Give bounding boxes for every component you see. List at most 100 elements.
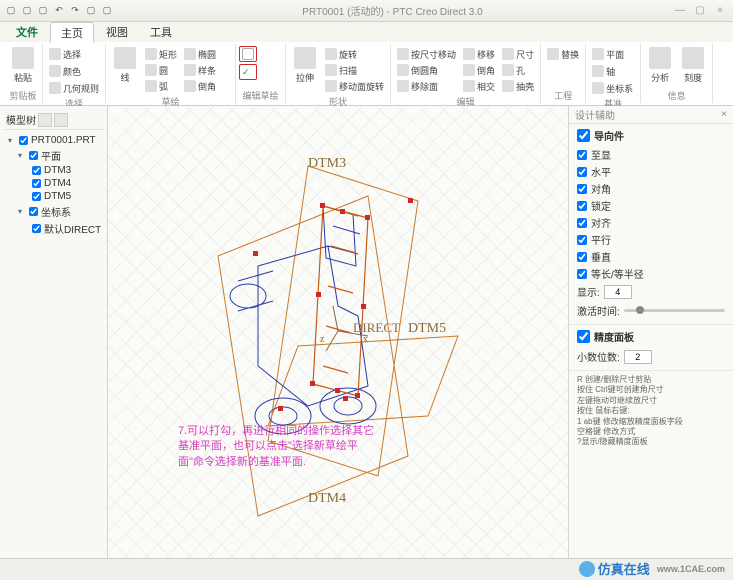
tree-datum-group[interactable]: ▾平面 [4,147,103,164]
circle-icon [145,64,157,76]
csys-button[interactable]: 坐标系 [589,80,636,96]
circle-button[interactable]: 圆 [142,62,180,78]
tab-view[interactable]: 视图 [96,22,138,42]
undo-icon[interactable]: ↶ [52,4,66,18]
revolve-icon [325,48,337,60]
shell2-button[interactable]: 抽壳 [499,78,537,94]
guide-chk-2[interactable] [577,184,587,194]
dim2-button[interactable]: 尺寸 [499,46,537,62]
close-icon[interactable]: ▢ [100,4,114,18]
replace-icon [547,48,559,60]
graphics-canvas[interactable]: DTM3 DTM4 DTM5 DIRECT x z 7.可以打勾，再进行相同的操… [108,106,568,558]
dtm5-checkbox[interactable] [32,192,41,201]
move-icon [463,48,475,60]
csys-icon [592,82,604,94]
shell-icon [325,80,337,92]
chamfer-button[interactable]: 倒角 [181,78,219,94]
chamfer-icon [184,80,196,92]
plane-button[interactable]: 平面 [589,46,636,62]
window-controls: — ▢ × [671,4,729,18]
extrude-button[interactable]: 拉伸 [289,46,321,94]
tab-tools[interactable]: 工具 [140,22,182,42]
title-bar: ▢ ▢ ▢ ↶ ↷ ▢ ▢ PRT0001 (活动的) - PTC Creo D… [0,0,733,22]
panel-title: 设计辅助 [575,107,615,122]
round-button[interactable]: 倒圆角 [394,62,459,78]
analyze-button[interactable]: 分析 [644,46,676,85]
save-icon[interactable]: ▢ [36,4,50,18]
spline-button[interactable]: 样条 [181,62,219,78]
precision-master-checkbox[interactable] [577,330,590,343]
tab-home[interactable]: 主页 [50,22,94,43]
tree-settings-icon[interactable] [38,113,52,127]
tree-dtm3[interactable]: DTM3 [4,164,103,177]
tree-csys-group[interactable]: ▾坐标系 [4,203,103,220]
regen-icon[interactable]: ▢ [84,4,98,18]
ellipse-button[interactable]: 椭圆 [181,46,219,62]
dtm3-checkbox[interactable] [32,166,41,175]
guide-chk-6[interactable] [577,252,587,262]
decimal-places-input[interactable] [624,350,652,364]
datum-group-checkbox[interactable] [29,151,38,160]
sketch-plane-icon [242,48,254,60]
line-button[interactable]: 线 [109,46,141,94]
tree-dtm4[interactable]: DTM4 [4,177,103,190]
intersect-button[interactable]: 相交 [460,78,498,94]
arc-button[interactable]: 弧 [142,78,180,94]
tree-csys-direct[interactable]: 默认DIRECT [4,220,103,237]
guide-chk-7[interactable] [577,269,587,279]
panel-hints: R 创建/删除尺寸剪贴 按住 Ctrl键可创建角尺寸 左键拖动可继续放尺寸 按住… [569,371,733,452]
guide-chk-5[interactable] [577,235,587,245]
ellipse-icon [184,48,196,60]
guide-chk-4[interactable] [577,218,587,228]
active-time-slider[interactable] [624,309,725,312]
regen-button[interactable]: 刻度 [677,46,709,85]
geom-rule-button[interactable]: 几何规则 [46,80,102,96]
revolve-button[interactable]: 旋转 [322,46,387,62]
panel-close-button[interactable]: × [721,109,727,120]
replace-button[interactable]: 替换 [544,46,582,62]
guides-master-checkbox[interactable] [577,129,590,142]
guide-chk-1[interactable] [577,167,587,177]
paste-button[interactable]: 粘贴 [7,46,39,85]
geom-icon [49,82,61,94]
move-button[interactable]: 移移 [460,46,498,62]
menu-bar: 文件 主页 视图 工具 [0,22,733,42]
select-button[interactable]: 选择 [46,46,102,62]
guide-chk-3[interactable] [577,201,587,211]
open-icon[interactable]: ▢ [20,4,34,18]
hole-button[interactable]: 孔 [499,62,537,78]
sweep-button[interactable]: 扫描 [322,62,387,78]
guide-chk-0[interactable] [577,150,587,160]
insert-button[interactable]: 移除面 [394,78,459,94]
tree-filter-icon[interactable] [54,113,68,127]
ribbon-clipboard: 粘贴 剪贴板 [4,44,43,103]
tree-root[interactable]: ▾PRT0001.PRT [4,134,103,147]
root-checkbox[interactable] [19,136,28,145]
snap-count-input[interactable] [604,285,632,299]
color-button[interactable]: 颜色 [46,63,102,79]
spline-icon [184,64,196,76]
csys-group-checkbox[interactable] [29,207,38,216]
csys-checkbox[interactable] [32,224,41,233]
chamfer2-icon [463,64,475,76]
new-icon[interactable]: ▢ [4,4,18,18]
minimize-button[interactable]: — [671,4,689,18]
tree-dtm5[interactable]: DTM5 [4,190,103,203]
movebydim-button[interactable]: 按尺寸移动 [394,46,459,62]
confirm-sketch-button[interactable]: ✓ [239,64,257,80]
ribbon-shape: 拉伸 旋转 扫描 移动面旋转 形状 [286,44,391,103]
model-tree-panel: 模型树 ▾PRT0001.PRT ▾平面 DTM3 DTM4 DTM5 ▾坐标系… [0,106,108,558]
cursor-icon [49,48,61,60]
close-button[interactable]: × [711,4,729,18]
rect-button[interactable]: 矩形 [142,46,180,62]
dtm4-checkbox[interactable] [32,179,41,188]
guides-section: 导向件 至显 水平 对角 锁定 对齐 平行 垂直 等长/等半径 显示: 激活时间… [569,124,733,325]
chamfer2-button[interactable]: 倒角 [460,62,498,78]
new-sketch-plane-button[interactable] [239,46,257,62]
redo-icon[interactable]: ↷ [68,4,82,18]
file-menu[interactable]: 文件 [6,22,48,42]
analyze-icon [649,47,671,69]
shell-button[interactable]: 移动面旋转 [322,78,387,94]
axis-button[interactable]: 轴 [589,63,636,79]
maximize-button[interactable]: ▢ [691,4,709,18]
